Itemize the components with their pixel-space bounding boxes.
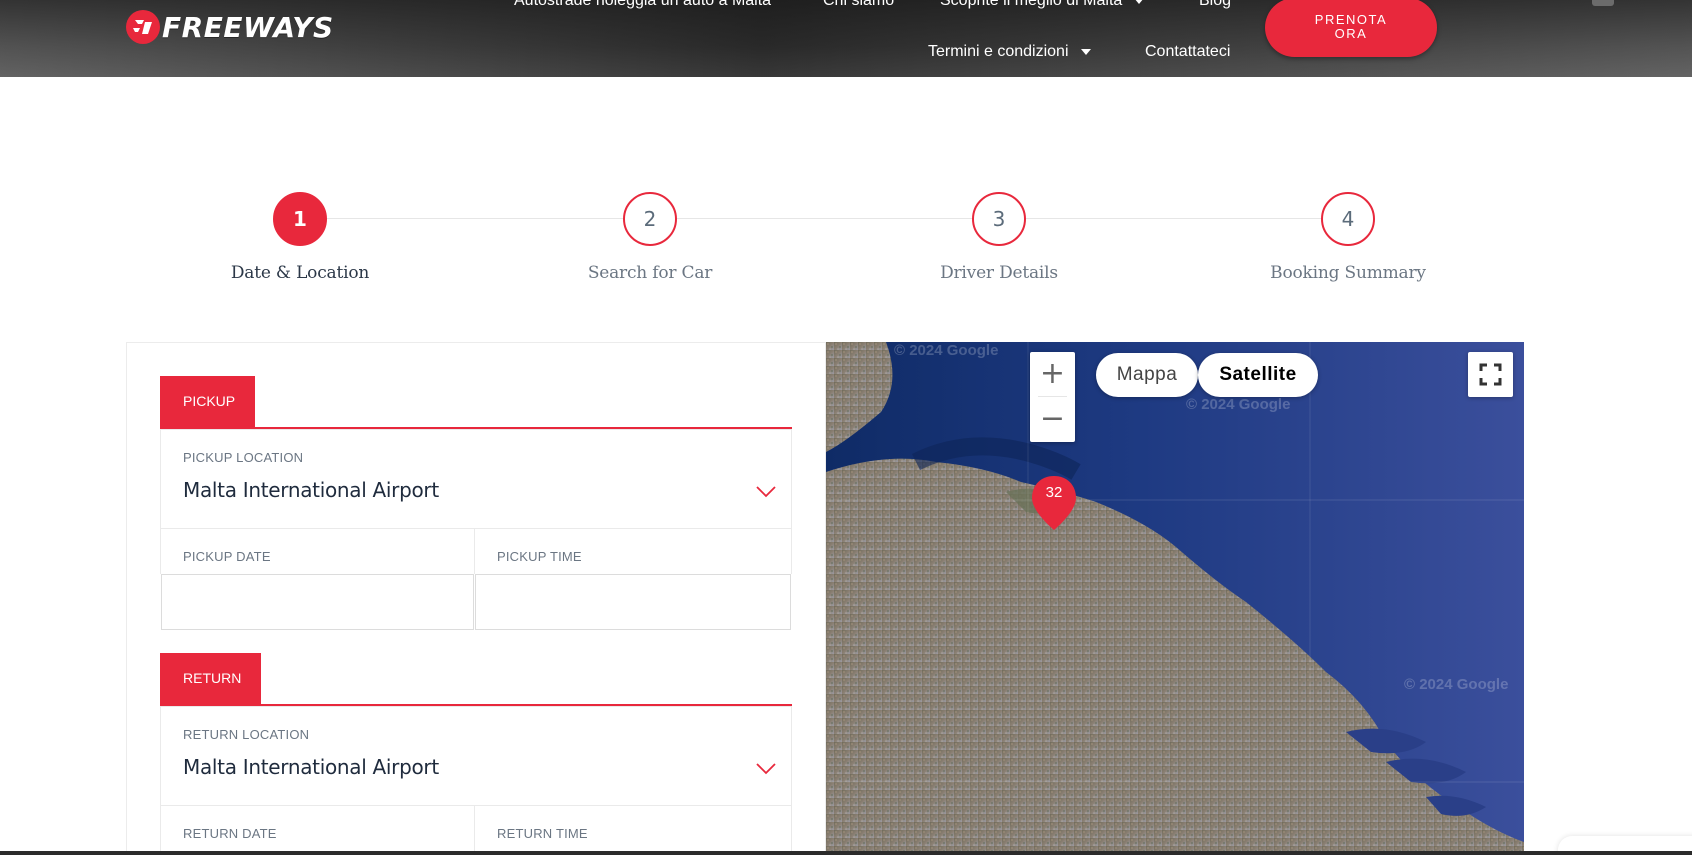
map-watermark: © 2024 Google — [894, 342, 999, 359]
return-time-label: RETURN TIME — [497, 826, 588, 841]
marker-count: 32 — [1045, 484, 1063, 501]
brand-logo-icon — [126, 10, 160, 44]
nav-autostrade[interactable]: Autostrade noleggia un auto a Malta — [514, 0, 771, 10]
return-date-header: RETURN DATE — [160, 805, 475, 855]
pickup-tab[interactable]: PICKUP — [160, 376, 255, 427]
pickup-date-label: PICKUP DATE — [183, 549, 271, 564]
location-map[interactable]: © 2024 Google © 2024 Google © 2024 Googl… — [826, 342, 1524, 855]
pickup-time-input[interactable] — [475, 574, 791, 630]
nav-termini[interactable]: Termini e condizioni — [928, 43, 1091, 61]
nav-scoprite-label: Scoprite il meglio di Malta — [940, 0, 1123, 9]
pickup-date-input[interactable] — [161, 574, 474, 630]
nav-blog-label: Blog — [1199, 0, 1232, 9]
site-header: FREEWAYS Autostrade noleggia un auto a M… — [0, 0, 1692, 77]
return-time-header: RETURN TIME — [474, 805, 792, 855]
nav-chi-siamo-label: Chi siamo — [823, 0, 895, 9]
plus-icon: + — [1039, 356, 1066, 391]
return-location-value: Malta International Airport — [183, 755, 439, 779]
step-1-circle: 1 — [273, 192, 327, 246]
map-marker-icon — [1032, 476, 1076, 530]
nav-chi-siamo[interactable]: Chi siamo — [823, 0, 894, 10]
step-2-circle: 2 — [623, 192, 677, 246]
map-type-mappa-button[interactable]: Mappa — [1096, 353, 1198, 397]
prenota-ora-button[interactable]: PRENOTA ORA — [1265, 0, 1437, 57]
step-1-label: Date & Location — [230, 263, 370, 283]
pickup-date-header: PICKUP DATE — [160, 528, 475, 574]
nav-autostrade-label: Autostrade noleggia un auto a Malta — [514, 0, 772, 9]
chevron-down-icon — [1080, 49, 1091, 55]
prenota-ora-label: PRENOTA ORA — [1314, 12, 1388, 41]
chevron-down-icon — [756, 763, 776, 775]
step-search-car[interactable]: 2 Search for Car — [550, 192, 750, 283]
pickup-location-label: PICKUP LOCATION — [183, 450, 304, 465]
chevron-down-icon — [1134, 0, 1145, 4]
step-3-circle: 3 — [972, 192, 1026, 246]
bottom-edge — [0, 851, 1692, 855]
brand-name: FREEWAYS — [162, 10, 334, 44]
step-driver-details[interactable]: 3 Driver Details — [899, 192, 1099, 283]
pickup-location-value: Malta International Airport — [183, 478, 439, 502]
zoom-out-button[interactable]: − — [1030, 397, 1075, 441]
return-date-label: RETURN DATE — [183, 826, 277, 841]
step-date-location[interactable]: 1 Date & Location — [200, 192, 400, 283]
brand-logo[interactable]: FREEWAYS — [126, 9, 334, 45]
pickup-location-select[interactable]: PICKUP LOCATION Malta International Airp… — [160, 429, 792, 529]
map-watermark: © 2024 Google — [1186, 396, 1291, 413]
step-booking-summary[interactable]: 4 Booking Summary — [1248, 192, 1448, 283]
zoom-in-button[interactable]: + — [1030, 352, 1075, 396]
header-utility-icon[interactable] — [1592, 0, 1614, 6]
step-4-circle: 4 — [1321, 192, 1375, 246]
map-watermark: © 2024 Google — [1404, 676, 1509, 693]
nav-scoprite-malta[interactable]: Scoprite il meglio di Malta — [940, 0, 1145, 10]
step-4-label: Booking Summary — [1270, 263, 1426, 283]
booking-page: FREEWAYS Autostrade noleggia un auto a M… — [0, 0, 1692, 855]
nav-contattateci-label: Contattateci — [1145, 43, 1231, 60]
map-cluster-marker[interactable]: 32 — [1030, 474, 1078, 534]
fullscreen-button[interactable] — [1468, 352, 1513, 397]
return-location-select[interactable]: RETURN LOCATION Malta International Airp… — [160, 706, 792, 806]
satellite-imagery — [826, 342, 1524, 855]
stepper-track — [300, 218, 1348, 219]
step-2-label: Search for Car — [587, 263, 713, 283]
return-tab[interactable]: RETURN — [160, 653, 261, 704]
pickup-time-label: PICKUP TIME — [497, 549, 582, 564]
step-3-label: Driver Details — [940, 263, 1058, 283]
fullscreen-icon — [1479, 363, 1502, 386]
pickup-time-header: PICKUP TIME — [474, 528, 792, 574]
return-location-label: RETURN LOCATION — [183, 727, 310, 742]
chevron-down-icon — [756, 486, 776, 498]
booking-form-panel: PICKUP PICKUP LOCATION Malta Internation… — [126, 342, 826, 855]
nav-termini-label: Termini e condizioni — [928, 43, 1069, 60]
nav-contattateci[interactable]: Contattateci — [1145, 43, 1230, 61]
minus-icon: − — [1039, 401, 1066, 436]
nav-blog[interactable]: Blog — [1199, 0, 1231, 10]
map-zoom-controls: + − — [1030, 352, 1075, 442]
map-type-satellite-button[interactable]: Satellite — [1198, 353, 1318, 397]
